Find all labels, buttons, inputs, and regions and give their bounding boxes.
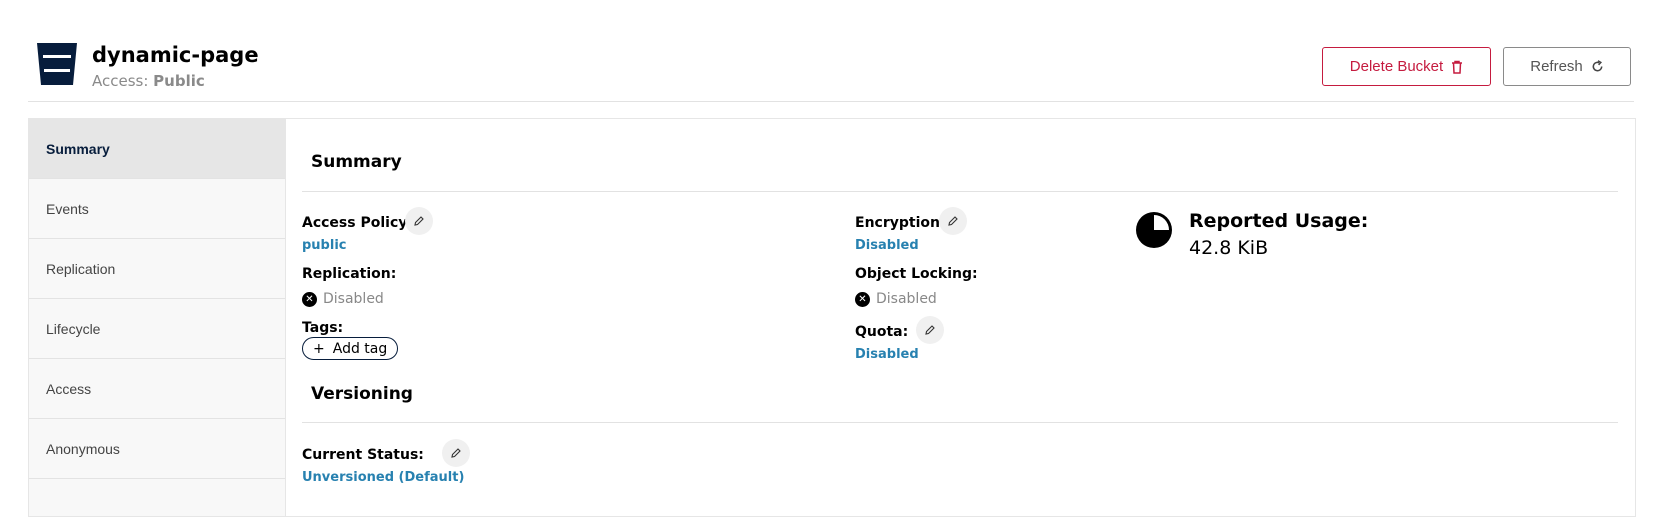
quota-label: Quota: [855,324,909,340]
pencil-icon [925,325,935,335]
summary-section-title: Summary [311,152,402,172]
object-locking-status: ✕ Disabled [855,291,937,307]
tags-label: Tags: [302,320,344,336]
sidebar-item-summary[interactable]: Summary [29,119,285,179]
pencil-icon [451,448,461,458]
add-tag-label: Add tag [332,340,388,357]
x-circle-icon: ✕ [302,291,317,307]
bucket-details-panel: Summary Events Replication Lifecycle Acc… [28,118,1636,517]
access-label: Access: [92,72,154,90]
delete-bucket-button[interactable]: Delete Bucket [1322,47,1491,86]
sidebar-item-replication[interactable]: Replication [29,239,285,299]
bucket-icon [37,43,77,85]
current-status-value[interactable]: Unversioned (Default) [302,470,464,485]
replication-value: Disabled [323,291,384,307]
encryption-value[interactable]: Disabled [855,238,919,253]
pencil-icon [948,216,958,226]
access-value: Public [153,72,205,90]
reported-usage-label: Reported Usage: [1189,210,1369,232]
encryption-label: Encryption: [855,215,946,231]
pencil-icon [414,216,424,226]
sidebar-item-lifecycle[interactable]: Lifecycle [29,299,285,359]
access-policy-value[interactable]: public [302,238,346,253]
edit-quota-button[interactable] [916,316,944,344]
versioning-section-title: Versioning [311,384,413,404]
bucket-access: Access: Public [92,72,205,90]
x-circle-icon: ✕ [855,291,870,307]
summary-content: Summary Access Policy: public Replicatio… [287,119,1635,516]
edit-access-policy-button[interactable] [405,207,433,235]
replication-label: Replication: [302,266,397,282]
sidebar-item-access[interactable]: Access [29,359,285,419]
pie-chart-icon [1136,212,1172,248]
edit-versioning-button[interactable] [442,439,470,467]
sidebar: Summary Events Replication Lifecycle Acc… [29,119,286,516]
bucket-header: dynamic-page Access: Public Delete Bucke… [28,30,1634,102]
sidebar-item-anonymous[interactable]: Anonymous [29,419,285,479]
reported-usage-value: 42.8 KiB [1189,237,1269,259]
object-locking-value: Disabled [876,291,937,307]
sidebar-item-events[interactable]: Events [29,179,285,239]
edit-encryption-button[interactable] [939,207,967,235]
current-status-label: Current Status: [302,447,424,463]
refresh-icon [1592,60,1603,72]
summary-divider [302,191,1618,192]
add-tag-button[interactable]: + Add tag [302,337,399,360]
refresh-label: Refresh [1530,58,1583,75]
object-locking-label: Object Locking: [855,266,978,282]
versioning-divider [302,422,1618,423]
refresh-button[interactable]: Refresh [1503,47,1631,86]
access-policy-label: Access Policy: [302,215,413,231]
delete-bucket-label: Delete Bucket [1349,58,1444,75]
replication-status: ✕ Disabled [302,291,384,307]
bucket-title: dynamic-page [92,43,259,67]
plus-icon: + [313,340,325,357]
trash-icon [1452,60,1463,74]
quota-value[interactable]: Disabled [855,347,919,362]
